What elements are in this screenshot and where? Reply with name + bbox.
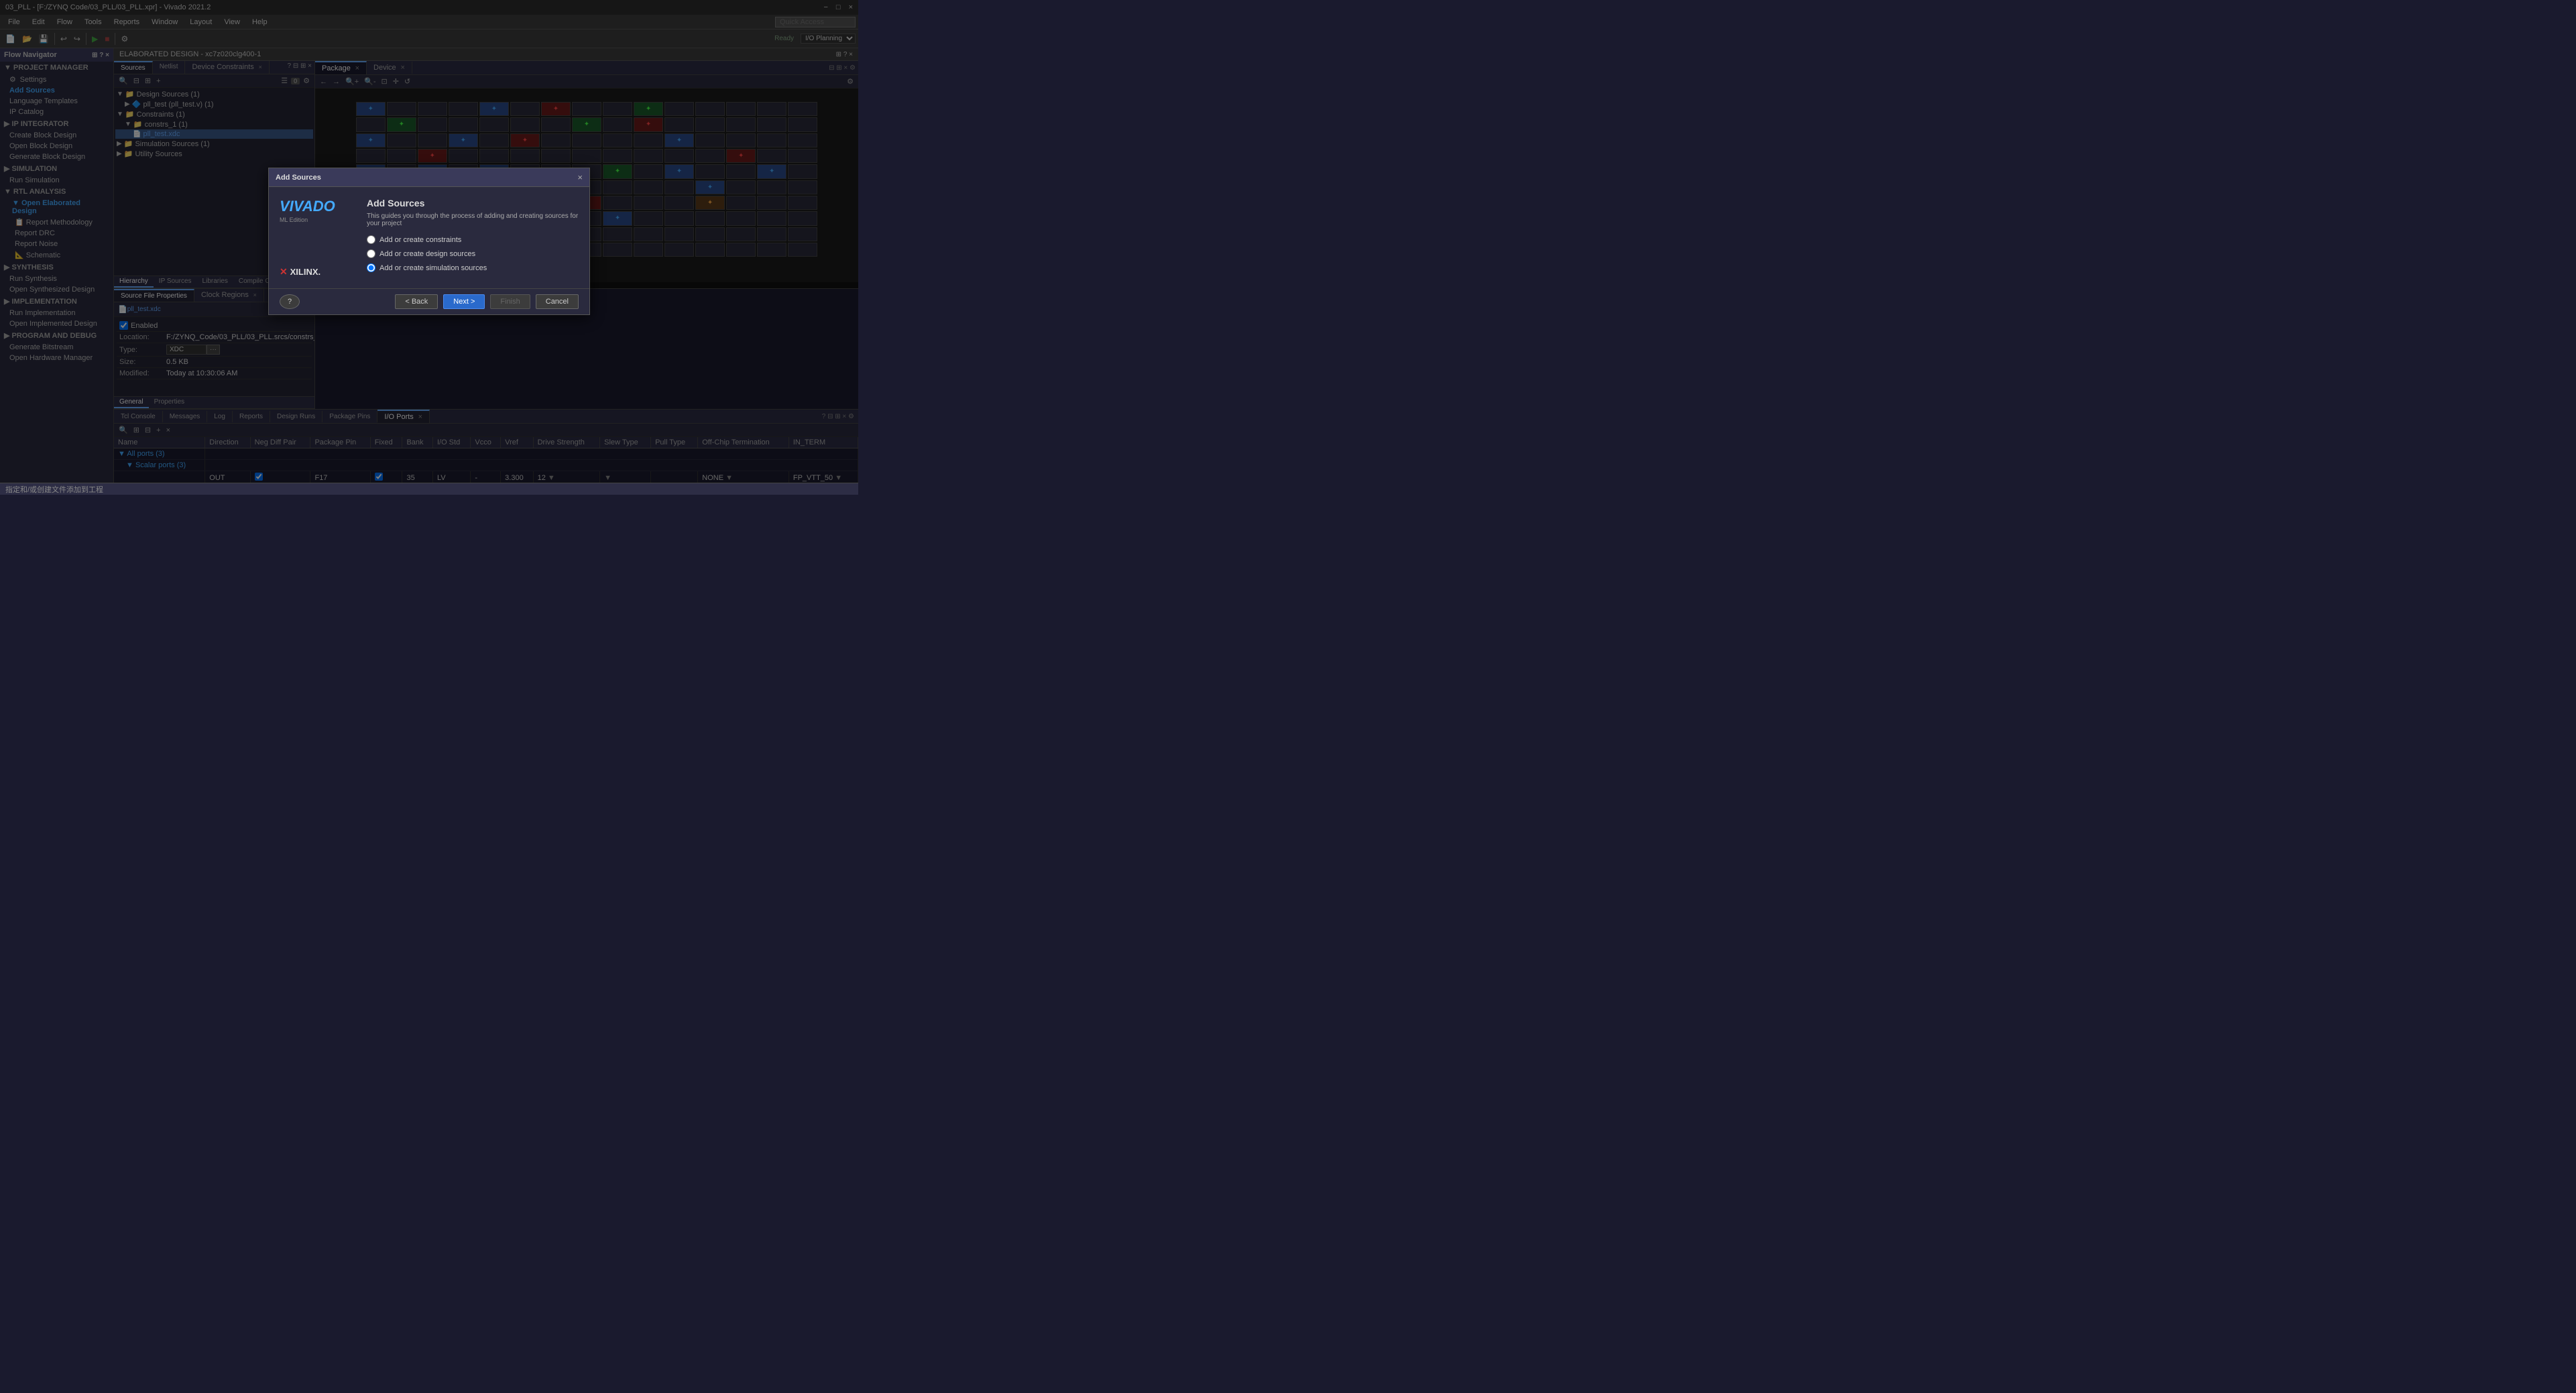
modal-next-btn[interactable]: Next > (443, 294, 485, 309)
radio-design-input[interactable] (367, 249, 375, 258)
modal-overlay: Add Sources × VIVADO ML Edition ✕ XILINX… (0, 0, 858, 483)
modal-finish-btn: Finish (490, 294, 530, 309)
modal-logo-section: VIVADO ML Edition ✕ XILINX. (280, 198, 353, 278)
statusbar: 指定和/或创建文件添加到工程 (0, 483, 858, 495)
modal-content: Add Sources This guides you through the … (367, 198, 579, 278)
modal-footer: ? < Back Next > Finish Cancel (269, 288, 589, 314)
modal-back-btn[interactable]: < Back (395, 294, 438, 309)
radio-design-sources[interactable]: Add or create design sources (367, 249, 579, 258)
modal-help-btn[interactable]: ? (280, 294, 300, 309)
modal-cancel-btn[interactable]: Cancel (536, 294, 579, 309)
radio-constraints[interactable]: Add or create constraints (367, 235, 579, 244)
radio-sim-sources[interactable]: Add or create simulation sources (367, 263, 579, 272)
radio-sim-input[interactable] (367, 263, 375, 272)
radio-constraints-input[interactable] (367, 235, 375, 244)
modal-content-title: Add Sources (367, 198, 579, 208)
modal-close-btn[interactable]: × (577, 172, 583, 182)
modal-title: Add Sources (276, 174, 321, 182)
modal-body: VIVADO ML Edition ✕ XILINX. Add Sources … (269, 187, 589, 288)
add-sources-modal: Add Sources × VIVADO ML Edition ✕ XILINX… (268, 168, 590, 315)
vivado-edition: ML Edition (280, 217, 308, 223)
modal-header: Add Sources × (269, 168, 589, 187)
modal-content-desc: This guides you through the process of a… (367, 213, 579, 227)
vivado-logo: VIVADO (280, 198, 335, 215)
xilinx-brand: ✕ XILINX. (280, 226, 320, 278)
